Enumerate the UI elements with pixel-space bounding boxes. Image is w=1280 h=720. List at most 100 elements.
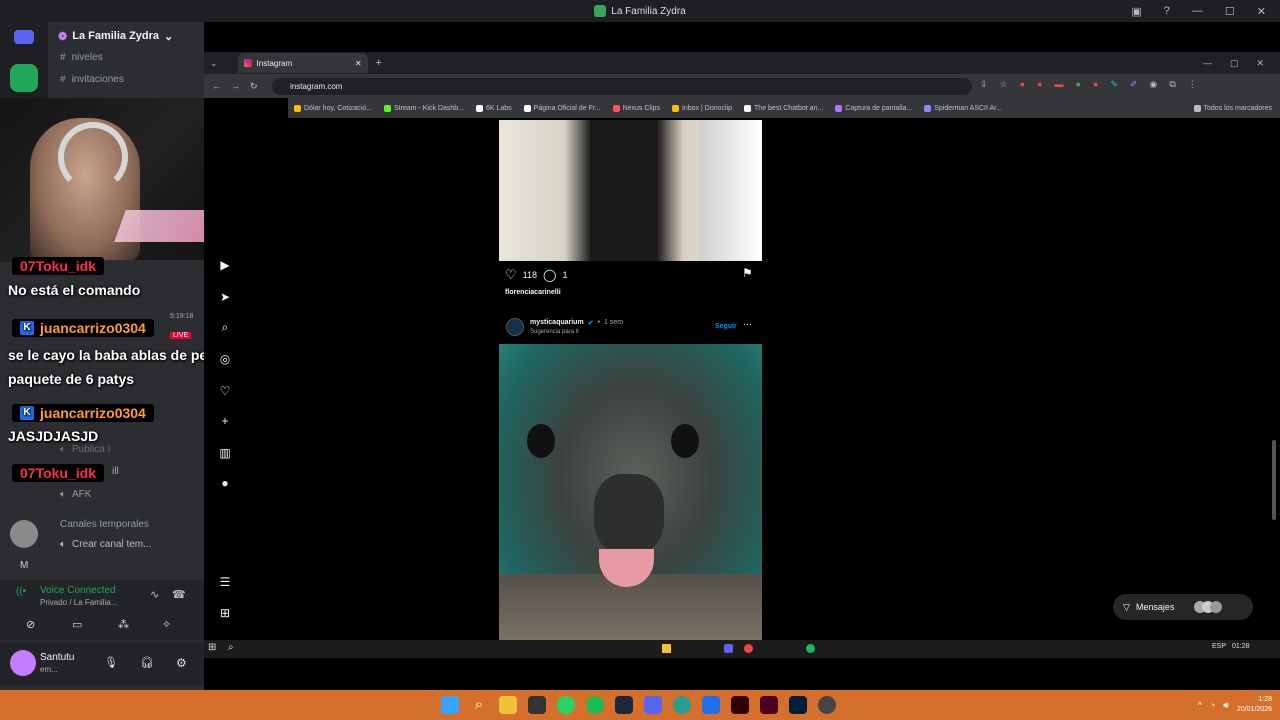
save-icon[interactable]: ⚑ [742,266,753,280]
close-icon[interactable]: ✕ [355,59,362,68]
bookmark[interactable]: Inbox | Donoclip [671,104,732,112]
follow-button[interactable]: Seguir [715,323,737,330]
whatsapp-icon[interactable] [557,696,575,714]
clock[interactable]: 1:28 20/01/2026 [1237,695,1272,715]
heart-icon[interactable]: ♡ [218,384,232,398]
star-icon[interactable]: ☆ [1000,79,1008,90]
volume-icon[interactable]: 🔊︎ [1223,700,1229,711]
more-icon[interactable]: ··· [743,319,752,329]
windows-start-icon[interactable] [441,696,459,714]
search-icon[interactable]: ⌕ [228,642,234,653]
discord-icon[interactable] [644,696,662,714]
channel-afk[interactable]: 🔈︎ AFK [48,485,204,503]
post-image[interactable] [499,344,762,640]
search-icon[interactable]: ⌕ [470,696,488,714]
bookmark[interactable]: Página Oficial de Fr... [523,104,601,112]
dashboard-icon[interactable]: ▥ [218,446,232,460]
screen-share-icon[interactable]: ▭ [72,618,82,631]
maximize-button[interactable]: ▢ [1230,58,1239,69]
post-image[interactable] [499,120,762,261]
app-icon[interactable] [702,696,720,714]
app-icon[interactable] [528,696,546,714]
extension-icon[interactable]: ● [1093,79,1098,90]
extension-icon[interactable]: ◉ [1149,79,1157,90]
profile-icon[interactable]: ● [218,476,232,490]
windows-icon[interactable]: ⊞ [208,642,216,653]
extension-icon[interactable]: ● [1076,79,1081,90]
comment-icon[interactable]: ◯ [543,268,556,282]
scrollbar[interactable] [1272,440,1276,520]
chevron-up-icon[interactable]: ^ [1198,700,1202,710]
new-tab-button[interactable]: + [376,57,382,69]
channel-niveles[interactable]: # niveles [48,48,204,66]
menu-icon[interactable]: ⋮ [1188,79,1197,90]
edge-icon[interactable] [673,696,691,714]
extension-icon[interactable]: ● [1037,79,1042,90]
illustrator-icon[interactable] [731,696,749,714]
bookmark[interactable]: The best Chatbot an... [744,104,823,112]
messages-button[interactable]: ▽ Mensajes [1113,594,1253,620]
extension-icon[interactable]: ✐ [1130,79,1138,90]
category-temp[interactable]: Canales temporales [48,515,204,533]
bookmark[interactable]: Nexus Clips [612,104,660,112]
explore-icon[interactable]: ◎ [218,352,232,366]
post-username[interactable]: mysticaquarium [530,319,584,327]
server-icon[interactable] [10,64,38,92]
puzzle-icon[interactable]: ⧉ [1169,79,1175,90]
apps-icon[interactable]: ⊞ [218,606,232,620]
spotify-icon[interactable] [806,644,815,653]
like-icon[interactable]: ♡ [505,267,517,283]
search-icon[interactable]: ⌕ [218,320,232,334]
extension-icon[interactable]: ▬ [1055,79,1064,90]
address-bar[interactable]: instagram.com [272,78,972,95]
tab-instagram[interactable]: Instagram ✕ [237,53,368,73]
forward-icon[interactable]: → [231,81,240,91]
language-indicator[interactable]: ESP [1212,643,1226,650]
steam-icon[interactable] [615,696,633,714]
install-icon[interactable]: ⇩ [980,79,988,90]
maximize-button[interactable]: ☐ [1225,5,1235,18]
help-icon[interactable]: ? [1164,5,1170,17]
menu-icon[interactable]: ☰ [218,575,232,589]
microphone-icon[interactable]: 🎙︎ [104,656,118,669]
activities-icon[interactable]: ⁂ [118,618,129,631]
tab-search-icon[interactable]: ⌄ [210,58,218,69]
reels-icon[interactable]: ▶ [218,258,232,272]
extension-icon[interactable]: ✎ [1110,79,1118,90]
channel-invitaciones[interactable]: # invitaciones [48,70,204,88]
messages-icon[interactable]: ➤ [218,290,232,304]
close-button[interactable]: ✕ [1256,58,1264,69]
create-icon[interactable]: + [218,414,232,428]
avatar[interactable] [10,520,38,548]
bookmark[interactable]: Spiderman ASCII Ar... [924,104,1002,112]
all-bookmarks[interactable]: Todos los marcadores [1193,104,1272,112]
server-header[interactable]: ❁ La Familia Zydra ⌄ [48,22,204,50]
spotify-icon[interactable] [586,696,604,714]
photoshop-icon[interactable] [789,696,807,714]
bookmark[interactable]: Stream - Kick Dashb... [383,104,464,112]
clock[interactable]: 01:28 [1232,643,1250,650]
chrome-icon[interactable] [818,696,836,714]
avatar[interactable] [506,318,524,336]
bookmark[interactable]: Dólar hoy, Cotizació... [294,104,372,112]
settings-icon[interactable]: ⚙ [176,656,187,670]
chrome-icon[interactable] [744,644,753,653]
file-explorer-icon[interactable] [499,696,517,714]
noise-icon[interactable]: ∿ [150,588,159,601]
camera-off-icon[interactable]: ⊘ [26,618,35,631]
back-icon[interactable]: ← [212,81,221,91]
headphones-icon[interactable]: 🎧︎ [140,656,154,669]
avatar[interactable] [10,650,36,676]
bookmark[interactable]: 6K Labs [475,104,512,112]
minimize-button[interactable]: — [1192,5,1203,17]
channel-create[interactable]: 🔈︎ Crear canal tem... [48,535,204,553]
inbox-icon[interactable]: ▣ [1131,5,1141,18]
bookmark[interactable]: Captura de pantalla... [835,104,912,112]
soundboard-icon[interactable]: ✧ [162,618,171,631]
folder-icon[interactable] [662,644,671,653]
extension-icon[interactable]: ● [1020,79,1025,90]
reload-icon[interactable]: ↻ [250,81,258,92]
indesign-icon[interactable] [760,696,778,714]
close-button[interactable]: ✕ [1257,5,1266,18]
discord-home-icon[interactable] [14,30,34,44]
